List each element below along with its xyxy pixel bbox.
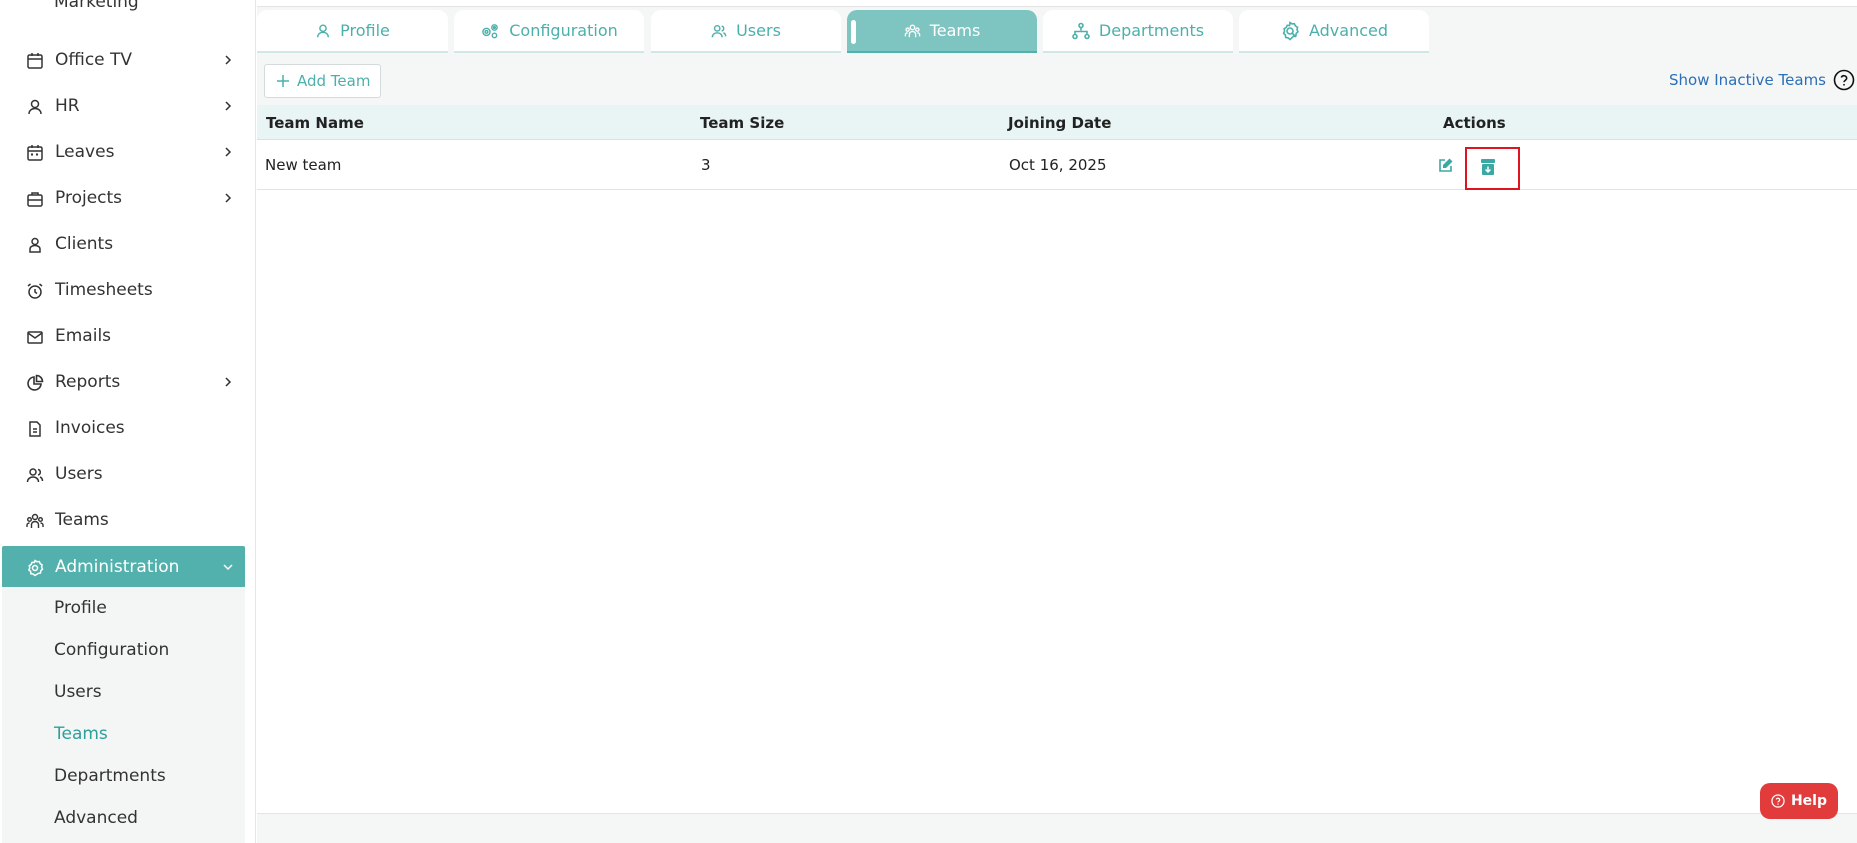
column-header-joining-date[interactable]: Joining Date (1008, 114, 1111, 132)
main-content: Profile Configuration Users Teams Depart… (257, 0, 1857, 843)
admin-tabs: Profile Configuration Users Teams Depart… (257, 10, 1429, 53)
archive-icon (1481, 159, 1495, 175)
submenu-item-departments[interactable]: Departments (54, 766, 166, 786)
column-header-team-size[interactable]: Team Size (700, 114, 784, 132)
show-inactive-teams-link[interactable]: Show Inactive Teams (1669, 71, 1826, 89)
briefcase-icon (27, 192, 43, 207)
chevron-right-icon (225, 193, 232, 203)
sidebar-item-label: Invoices (55, 418, 125, 438)
sidebar-item-emails[interactable]: Emails (2, 316, 245, 356)
submenu-item-teams[interactable]: Teams (54, 724, 108, 744)
sidebar-item-label: Timesheets (55, 280, 153, 300)
sidebar-item-label: Clients (55, 234, 114, 254)
mail-icon (27, 331, 43, 344)
sidebar-item-label: Office TV (55, 50, 133, 70)
sidebar-item-label: HR (55, 96, 80, 116)
archive-button[interactable] (1465, 147, 1520, 190)
admin-gear-icon (27, 559, 44, 577)
gears-icon (482, 23, 499, 38)
pie-chart-icon (27, 374, 44, 391)
sidebar-item-label: Leaves (55, 142, 115, 162)
sidebar-item-invoices[interactable]: Invoices (2, 408, 245, 448)
tab-advanced[interactable]: Advanced (1239, 10, 1429, 53)
sidebar-item-hr[interactable]: HR (2, 86, 245, 126)
alarm-clock-icon (27, 283, 43, 299)
table-header: Team Name Team Size Joining Date Actions (257, 105, 1857, 140)
tab-label: Departments (1098, 21, 1205, 40)
team-name-cell[interactable]: New team (265, 156, 341, 174)
administration-submenu: Profile Configuration Users Teams Depart… (2, 587, 245, 843)
sidebar-item-projects[interactable]: Projects (2, 178, 245, 218)
person-icon (317, 24, 330, 37)
submenu-item-configuration[interactable]: Configuration (54, 640, 169, 660)
edit-icon[interactable] (1437, 156, 1455, 174)
footer-strip (257, 813, 1857, 843)
users-icon (26, 468, 44, 483)
sidebar-item-partial-label: Marketing (54, 0, 139, 12)
question-circle-icon[interactable] (1833, 69, 1855, 91)
tab-profile[interactable]: Profile (257, 10, 448, 53)
calendar-grid-icon (27, 145, 43, 161)
teams-icon (26, 513, 44, 528)
teams-table: Team Name Team Size Joining Date Actions… (257, 105, 1857, 813)
teams-icon (904, 24, 920, 37)
chevron-right-icon (225, 101, 232, 111)
chevron-right-icon (225, 377, 232, 387)
submenu-item-advanced[interactable]: Advanced (54, 808, 138, 828)
chevron-right-icon (225, 55, 232, 65)
tab-teams[interactable]: Teams (847, 10, 1037, 53)
team-size-cell: 3 (701, 156, 711, 174)
sidebar-item-timesheets[interactable]: Timesheets (2, 270, 245, 310)
tab-departments[interactable]: Departments (1043, 10, 1233, 53)
help-button[interactable]: Help (1760, 783, 1838, 819)
chevron-down-icon (223, 564, 233, 571)
tab-configuration[interactable]: Configuration (454, 10, 644, 53)
sidebar-item-label: Teams (55, 510, 109, 530)
chevron-right-icon (225, 147, 232, 157)
tab-label: Configuration (509, 21, 618, 40)
add-team-label: Add Team (297, 72, 371, 90)
tab-label: Advanced (1308, 21, 1389, 40)
column-header-actions: Actions (1443, 114, 1506, 132)
sidebar: Marketing Office TV HR Leaves Projects C… (0, 0, 256, 843)
sidebar-item-label: Reports (55, 372, 121, 392)
sidebar-item-clients[interactable]: Clients (2, 224, 245, 264)
sidebar-item-teams[interactable]: Teams (2, 500, 245, 540)
table-row: New team 3 Oct 16, 2025 (257, 141, 1857, 190)
users-icon (711, 24, 727, 37)
client-icon (29, 237, 41, 253)
question-circle-icon (1771, 794, 1785, 808)
tab-label: Users (736, 21, 781, 40)
org-chart-icon (1072, 22, 1090, 39)
add-team-button[interactable]: Add Team (264, 64, 381, 98)
submenu-item-profile[interactable]: Profile (54, 598, 107, 618)
tab-label: Profile (340, 21, 390, 40)
sidebar-item-leaves[interactable]: Leaves (2, 132, 245, 172)
sidebar-item-label: Emails (55, 326, 112, 346)
sidebar-item-label: Users (55, 464, 103, 484)
sidebar-item-label: Projects (55, 188, 123, 208)
sidebar-item-label: Administration (55, 557, 180, 577)
person-icon (28, 99, 42, 115)
help-label: Help (1790, 793, 1828, 809)
sidebar-item-office-tv[interactable]: Office TV (2, 40, 245, 80)
top-strip (257, 0, 1857, 7)
sidebar-item-partial[interactable]: Marketing (24, 0, 224, 16)
sidebar-item-users[interactable]: Users (2, 454, 245, 494)
tab-users[interactable]: Users (651, 10, 841, 53)
advanced-gear-icon (1282, 20, 1299, 41)
tab-label: Teams (929, 21, 981, 40)
submenu-item-users[interactable]: Users (54, 682, 102, 702)
plus-icon (277, 75, 289, 87)
sidebar-item-administration[interactable]: Administration (2, 546, 245, 588)
sidebar-item-reports[interactable]: Reports (2, 362, 245, 402)
invoice-icon (29, 421, 41, 437)
column-header-team-name[interactable]: Team Name (266, 114, 364, 132)
joining-date-cell: Oct 16, 2025 (1009, 156, 1107, 174)
calendar-icon (27, 53, 43, 69)
